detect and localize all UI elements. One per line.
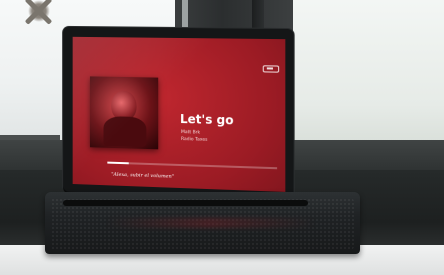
song-title: Let's go — [180, 112, 234, 127]
album-art-image[interactable] — [90, 76, 158, 149]
artist-name: Matt Brk — [181, 130, 200, 136]
amazon-logo-icon — [263, 65, 279, 72]
screen-reflection — [105, 218, 315, 228]
display-screen[interactable]: Let's go Matt Brk Radio Taxes "Alexa, su… — [73, 37, 286, 192]
playback-progress-fill — [107, 162, 128, 164]
dock-slot — [63, 200, 308, 206]
station-name: Radio Taxes — [181, 137, 207, 143]
playback-progress-bar[interactable] — [107, 162, 277, 169]
display-bezel: Let's go Matt Brk Radio Taxes "Alexa, su… — [63, 27, 294, 200]
voice-prompt-hint: "Alexa, subir el volumen" — [111, 172, 174, 180]
star-ornament-icon — [28, 0, 50, 22]
